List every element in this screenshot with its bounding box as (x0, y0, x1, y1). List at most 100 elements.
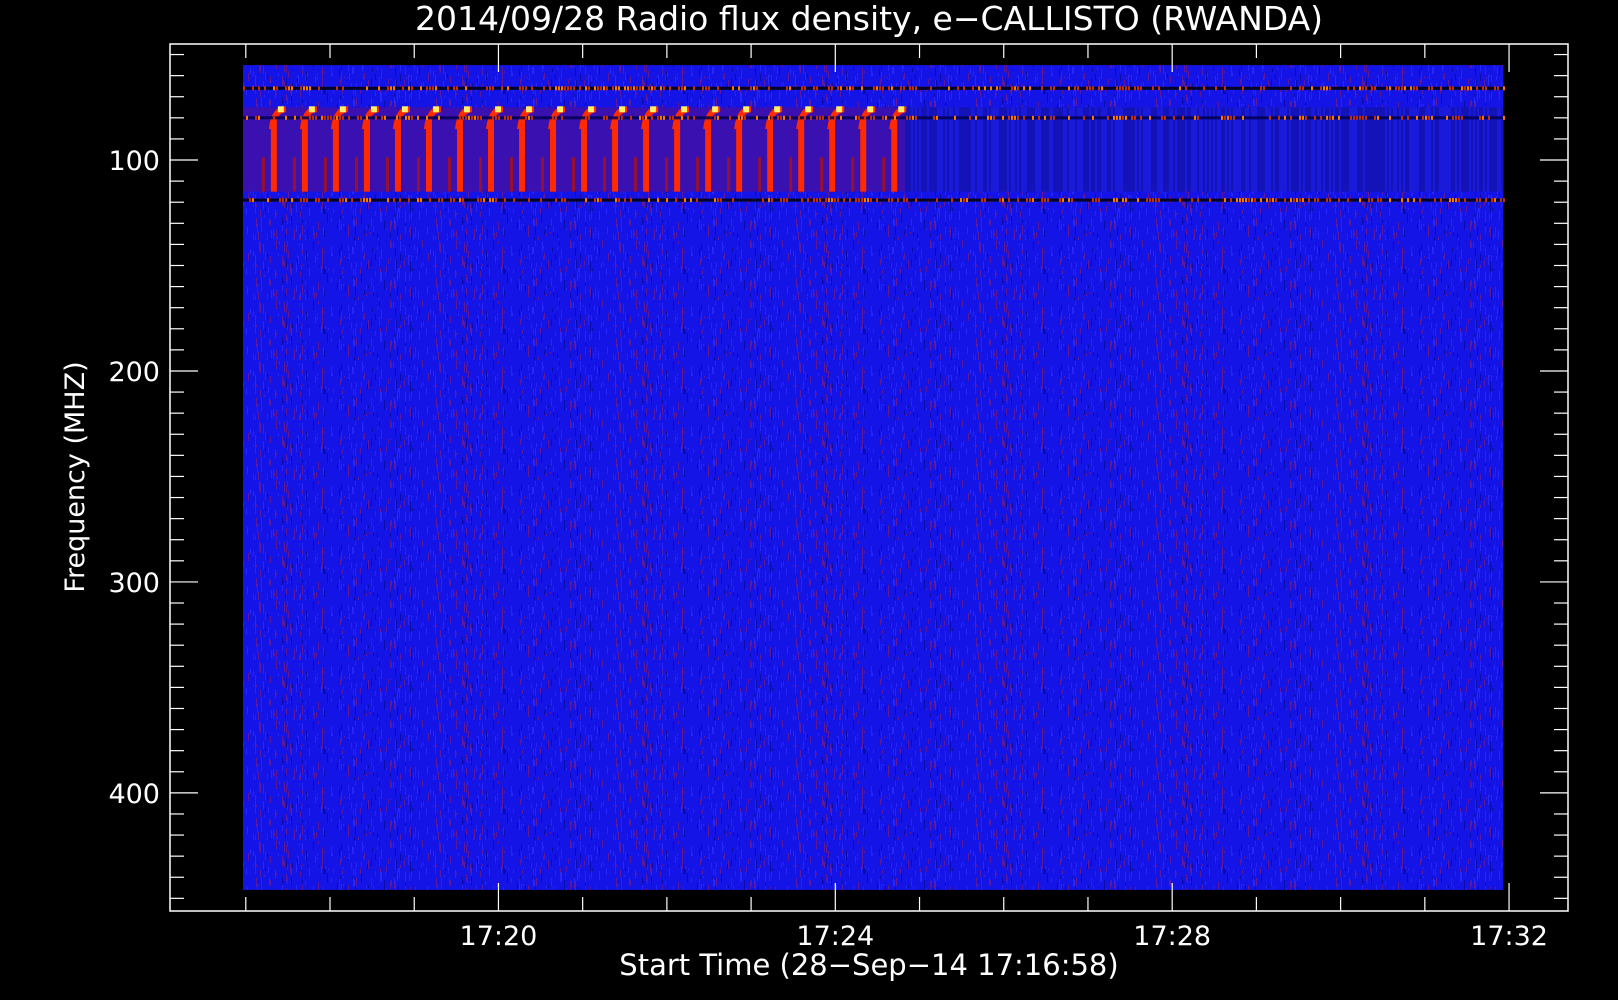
band-line-speck (1457, 198, 1460, 203)
band-line-speck (1319, 86, 1322, 91)
band-line-speck (335, 86, 338, 91)
band-streak (1457, 107, 1459, 192)
band-line-speck (1001, 198, 1004, 203)
burst-core (401, 106, 408, 113)
band-line-speck (632, 86, 635, 91)
band-streak (1037, 107, 1039, 192)
band-line-speck (1445, 115, 1448, 120)
band-streak (1085, 107, 1087, 192)
band-streak (1143, 107, 1145, 192)
band-line-speck (1283, 115, 1286, 120)
band-streak (1369, 107, 1371, 192)
band-line-speck (599, 198, 602, 203)
band-line-speck (518, 86, 521, 91)
band-line-speck (1355, 115, 1358, 120)
band-line-speck (905, 115, 908, 120)
band-line-speck (1469, 86, 1472, 91)
band-line-speck (767, 115, 770, 120)
band-line-speck (677, 86, 680, 91)
band-line-speck (350, 198, 353, 203)
band-line-speck (299, 198, 302, 203)
band-line-speck (383, 115, 386, 120)
band-line-speck (407, 86, 410, 91)
band-streak (1359, 107, 1361, 192)
band-streak (1119, 107, 1121, 192)
band-streak (1285, 107, 1287, 192)
band-streak (1205, 107, 1207, 192)
band-streak (1383, 107, 1385, 192)
band-streak (1121, 107, 1123, 192)
band-line-speck (1451, 86, 1454, 91)
band-line-speck (839, 115, 842, 120)
band-line-speck (755, 115, 758, 120)
band-line-speck (263, 86, 266, 91)
band-line-speck (1385, 86, 1388, 91)
band-streak (1363, 107, 1365, 192)
band-line-speck (1070, 198, 1073, 203)
band-streak (1237, 107, 1239, 192)
band-streak (1197, 107, 1199, 192)
band-streak (1189, 107, 1191, 192)
band-line-speck (1454, 198, 1457, 203)
band-streak (1267, 107, 1269, 192)
burst-echo (385, 157, 389, 192)
band-line-speck (1457, 115, 1460, 120)
band-line-speck (1031, 115, 1034, 120)
band-line-speck (689, 198, 692, 203)
burst-core (339, 106, 346, 113)
band-line-speck (701, 86, 704, 91)
band-streak (1251, 107, 1253, 192)
band-line-speck (1178, 86, 1181, 91)
band-line-speck (650, 115, 653, 120)
band-line-speck (1313, 115, 1316, 120)
band-line-speck (1337, 198, 1340, 203)
band-line-speck (458, 115, 461, 120)
band-line-speck (851, 86, 854, 91)
band-streak (1245, 107, 1247, 192)
band-line-speck (815, 198, 818, 203)
band-line-speck (1241, 86, 1244, 91)
band-streak (1095, 107, 1097, 192)
band-streak (1491, 107, 1493, 192)
band-streak (1219, 107, 1221, 192)
band-line-speck (530, 86, 533, 91)
band-streak (919, 107, 921, 192)
burst-stripe (550, 119, 557, 192)
band-streak (1155, 107, 1157, 192)
band-line-speck (989, 86, 992, 91)
band-streak (1035, 107, 1037, 192)
band-line-speck (836, 86, 839, 91)
band-line-speck (1127, 86, 1130, 91)
band-line-speck (434, 86, 437, 91)
band-line-speck (1013, 115, 1016, 120)
band-line-speck (1016, 86, 1019, 91)
band-line-speck (314, 198, 317, 203)
band-streak (1301, 107, 1303, 192)
band-line-speck (1037, 115, 1040, 120)
band-streak (1281, 107, 1283, 192)
band-line-speck (1067, 86, 1070, 91)
band-line-speck (914, 198, 917, 203)
band-line-speck (1118, 115, 1121, 120)
band-streak (1043, 107, 1045, 192)
band-streak (1471, 107, 1473, 192)
band-line-speck (377, 86, 380, 91)
band-streak (937, 107, 939, 192)
band-line-speck (1400, 198, 1403, 203)
band-streak (967, 107, 969, 192)
band-streak (1011, 107, 1013, 192)
burst-echo (727, 157, 731, 192)
burst-echo (603, 157, 607, 192)
band-line-speck (560, 198, 563, 203)
burst-core (774, 106, 781, 113)
band-line-speck (731, 86, 734, 91)
band-line-speck (290, 198, 293, 203)
band-streak (977, 107, 979, 192)
band-line-speck (890, 86, 893, 91)
burst-stripe (394, 119, 401, 192)
band-line-speck (320, 115, 323, 120)
band-line-speck (317, 198, 320, 203)
band-streak (1207, 107, 1209, 192)
band-streak (1165, 107, 1167, 192)
band-line-speck (1031, 198, 1034, 203)
